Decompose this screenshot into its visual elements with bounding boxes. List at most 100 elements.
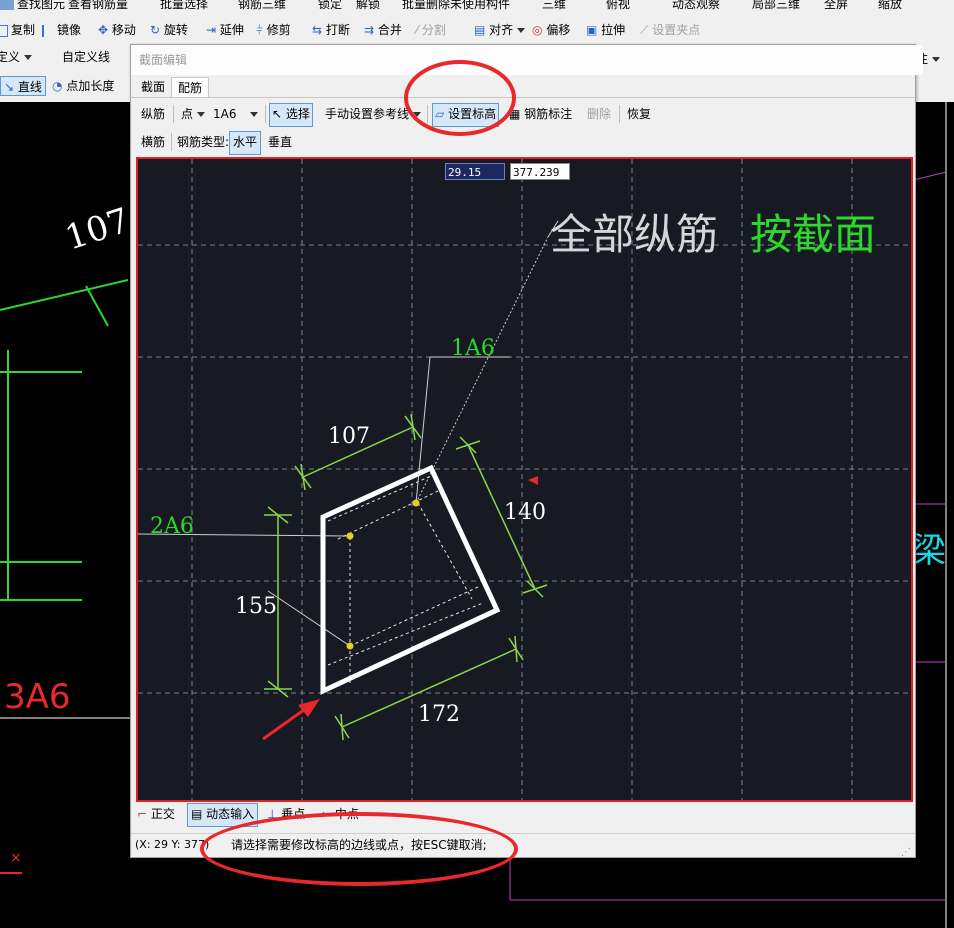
dialog-title: 截面编辑 bbox=[131, 45, 923, 75]
rebar-point[interactable] bbox=[346, 642, 354, 650]
red-arrow-annotation bbox=[262, 699, 320, 741]
canvas-svg[interactable]: 107 140 155 172 1A6 2A6 全部纵筋 按截面 bbox=[138, 159, 911, 800]
rebar-spec-combo[interactable]: 1A6 bbox=[213, 103, 259, 125]
rebar-point[interactable] bbox=[346, 532, 354, 540]
point-mode-combo[interactable]: 点 bbox=[181, 103, 206, 125]
rebar-3d-button[interactable]: 钢筋三维 bbox=[238, 0, 286, 10]
section-outline[interactable] bbox=[320, 464, 501, 695]
restore-button[interactable]: 恢复 bbox=[627, 103, 651, 125]
point-add-length-button[interactable]: ◔ 点加长度 bbox=[52, 77, 114, 95]
copy-button[interactable]: 复制 bbox=[0, 20, 35, 40]
rebar-point[interactable] bbox=[412, 499, 420, 507]
separator bbox=[619, 105, 620, 123]
stretch-icon: ▣ bbox=[586, 23, 598, 37]
tab-section[interactable]: 截面 bbox=[135, 77, 171, 97]
merge-icon: ⇉ bbox=[364, 23, 375, 37]
batch-select-button[interactable]: 批量选择 bbox=[160, 0, 208, 10]
grip-icon: ⟋ bbox=[640, 23, 649, 37]
section-edit-dialog: 截面编辑 截面 配筋 纵筋 点 1A6 ↖ 选择 手动设置参考线 ▱ 设置标高 … bbox=[130, 44, 923, 858]
trim-button[interactable]: ⫩ 修剪 bbox=[256, 20, 291, 40]
fullscreen-button[interactable]: 全屏 bbox=[824, 0, 848, 10]
cursor-icon: ↖ bbox=[272, 107, 283, 121]
resize-grip-icon[interactable]: ⋰ bbox=[901, 842, 911, 864]
select-button[interactable]: ↖ 选择 bbox=[269, 103, 313, 127]
chevron-down-icon bbox=[250, 112, 259, 117]
ortho-button[interactable]: ⌐ 正交 bbox=[137, 803, 175, 825]
cursor-prompt-all-rebar: 全部纵筋 bbox=[550, 210, 718, 259]
leader-line-1a6 bbox=[415, 356, 431, 504]
tab-divider bbox=[131, 97, 915, 98]
mirror-button[interactable]: 镜像 bbox=[42, 20, 81, 40]
dimension-lines bbox=[264, 413, 548, 741]
horizontal-button[interactable]: 水平 bbox=[229, 131, 262, 155]
leader-line-2a6 bbox=[267, 590, 351, 647]
chevron-down-icon bbox=[932, 57, 941, 62]
stretch-button[interactable]: ▣ 拉伸 bbox=[586, 20, 625, 40]
lock-button[interactable]: 锁定 bbox=[318, 0, 342, 10]
main-toolbar: 查找图元 查看钢筋量 批量选择 钢筋三维 锁定 解锁 批量删除未使用构件 三维 … bbox=[0, 0, 954, 45]
custom-line-combo[interactable]: 自定义线 bbox=[62, 48, 110, 66]
rebar-mark-button[interactable]: ▦ 钢筋标注 bbox=[509, 103, 572, 125]
leader-line-all-rebar bbox=[415, 236, 549, 504]
section-drawing-canvas[interactable]: 107 140 155 172 1A6 2A6 全部纵筋 按截面 29.15 3… bbox=[136, 157, 913, 802]
toolbar-row-1: 查找图元 查看钢筋量 批量选择 钢筋三维 锁定 解锁 批量删除未使用构件 三维 … bbox=[0, 0, 954, 10]
bg-magenta-line bbox=[913, 171, 947, 181]
ortho-icon: ⌐ bbox=[137, 807, 148, 821]
extend-button[interactable]: ⇥ 延伸 bbox=[206, 20, 244, 40]
dynamic-view-button[interactable]: 动态观察 bbox=[672, 0, 720, 10]
rebar-label-1a6: 1A6 bbox=[451, 336, 495, 361]
chevron-down-icon bbox=[197, 112, 206, 117]
bg-rebar-label: 3A6 bbox=[4, 677, 71, 717]
rotate-icon: ↻ bbox=[150, 23, 161, 37]
local-3d-button[interactable]: 局部三维 bbox=[752, 0, 800, 10]
find-element-button[interactable]: 查找图元 bbox=[0, 0, 65, 10]
cursor-coordinates: (X: 29 Y: 377) bbox=[135, 838, 210, 851]
rebar-label-2a6: 2A6 bbox=[150, 514, 194, 539]
toolbar-row-2: 复制 镜像 ✥ 移动 ↻ 旋转 ⇥ 延伸 ⫩ 修剪 ⇆ 打断 ⇉ 合并 ⁄ 分割… bbox=[0, 18, 954, 42]
bg-rebar-line bbox=[0, 279, 129, 311]
move-icon: ✥ bbox=[98, 23, 109, 37]
longitudinal-rebar-label: 纵筋 bbox=[141, 107, 166, 121]
delete-button[interactable]: 删除 bbox=[587, 103, 611, 125]
coordinate-y-input[interactable]: 377.239 bbox=[510, 163, 570, 180]
offset-icon: ◎ bbox=[532, 23, 543, 37]
rotate-button[interactable]: ↻ 旋转 bbox=[150, 20, 188, 40]
trim-icon: ⫩ bbox=[256, 23, 263, 37]
vertical-button[interactable]: 垂直 bbox=[268, 131, 292, 153]
break-button[interactable]: ⇆ 打断 bbox=[312, 20, 350, 40]
align-button[interactable]: ▤ 对齐 bbox=[474, 20, 526, 40]
align-icon: ▤ bbox=[474, 23, 486, 37]
offset-button[interactable]: ◎ 偏移 bbox=[532, 20, 570, 40]
coordinate-x-input[interactable]: 29.15 bbox=[445, 163, 505, 180]
point-length-icon: ◔ bbox=[52, 79, 63, 93]
left-toolbar: 定义 自定义线 ↘ 直线 ◔ 点加长度 bbox=[0, 44, 130, 102]
dimension-107: 107 bbox=[328, 424, 370, 449]
move-button[interactable]: ✥ 移动 bbox=[98, 20, 136, 40]
bg-dimension-label: 107 bbox=[60, 200, 134, 258]
break-icon: ⇆ bbox=[312, 23, 323, 37]
view-rebar-button[interactable]: 查看钢筋量 bbox=[68, 0, 128, 10]
merge-button[interactable]: ⇉ 合并 bbox=[364, 20, 402, 40]
top-view-button[interactable]: 俯视 bbox=[606, 0, 630, 10]
highlight-ellipse-status-message bbox=[200, 812, 518, 886]
bg-beam-label: 梁 bbox=[912, 531, 946, 571]
red-triangle-marker bbox=[528, 476, 538, 485]
dimension-140: 140 bbox=[504, 500, 546, 525]
set-grip-button[interactable]: ⟋ 设置夹点 bbox=[640, 20, 700, 40]
tab-rebar[interactable]: 配筋 bbox=[171, 77, 210, 98]
zoom-button[interactable]: 缩放 bbox=[878, 0, 902, 10]
batch-delete-button[interactable]: 批量删除未使用构件 bbox=[402, 0, 510, 10]
dynamic-input-icon: ▤ bbox=[191, 807, 203, 821]
split-icon: ⁄ bbox=[416, 23, 419, 37]
chevron-down-icon bbox=[24, 55, 33, 60]
rebar-type-label: 钢筋类型: bbox=[177, 135, 230, 149]
define-combo[interactable]: 定义 bbox=[0, 48, 33, 66]
unlock-button[interactable]: 解锁 bbox=[356, 0, 380, 10]
line-icon: ↘ bbox=[4, 80, 15, 94]
split-button[interactable]: ⁄ 分割 bbox=[416, 20, 446, 40]
cursor-prompt-by-section: 按截面 bbox=[750, 210, 876, 259]
mirror-icon bbox=[42, 24, 54, 37]
3d-button[interactable]: 三维 bbox=[542, 0, 566, 10]
line-button[interactable]: ↘ 直线 bbox=[0, 76, 46, 96]
bg-cross-marker: × bbox=[10, 850, 22, 866]
